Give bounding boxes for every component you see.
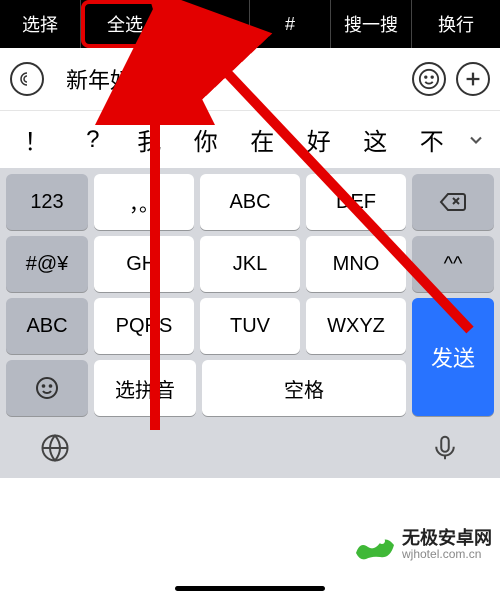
mic-icon bbox=[430, 433, 460, 463]
menu-select[interactable]: 选择 bbox=[0, 0, 81, 48]
key-ghi[interactable]: GHI bbox=[94, 236, 194, 292]
emoji-button[interactable] bbox=[412, 62, 446, 96]
key-pqrs[interactable]: PQRS bbox=[94, 298, 194, 354]
suggestion-0[interactable]: ！ bbox=[8, 122, 65, 157]
key-punct[interactable]: ，。 bbox=[94, 174, 194, 230]
menu-newline[interactable]: 换行 bbox=[412, 0, 500, 48]
suggestion-2[interactable]: 我 bbox=[121, 122, 178, 157]
key-kaomoji[interactable]: ^^ bbox=[412, 236, 494, 292]
message-input-row: 新年好！ bbox=[0, 48, 500, 110]
voice-input-button[interactable] bbox=[10, 62, 44, 96]
menu-scan[interactable] bbox=[169, 0, 250, 48]
suggestion-4[interactable]: 在 bbox=[234, 122, 291, 157]
key-abc[interactable]: ABC bbox=[200, 174, 300, 230]
suggestion-expand[interactable] bbox=[460, 130, 492, 150]
key-send[interactable]: 发送 bbox=[412, 298, 494, 416]
keyboard-bottom-bar bbox=[0, 422, 500, 478]
key-123[interactable]: 123 bbox=[6, 174, 88, 230]
plus-icon bbox=[462, 68, 484, 90]
input-text-content: 新年好！ bbox=[66, 63, 154, 95]
emoji-key-icon bbox=[35, 376, 59, 400]
mic-button[interactable] bbox=[430, 433, 460, 468]
suggestion-bar: ！ ? 我 你 在 好 这 不 bbox=[0, 110, 500, 168]
home-indicator[interactable] bbox=[175, 586, 325, 591]
key-symbols[interactable]: #@¥ bbox=[6, 236, 88, 292]
key-space[interactable]: 空格 bbox=[202, 360, 406, 416]
globe-icon bbox=[40, 433, 70, 463]
suggestion-6[interactable]: 这 bbox=[347, 122, 404, 157]
menu-select-all[interactable]: 全选 bbox=[81, 0, 169, 48]
key-jkl[interactable]: JKL bbox=[200, 236, 300, 292]
key-wxyz[interactable]: WXYZ bbox=[306, 298, 406, 354]
text-cursor bbox=[156, 66, 158, 92]
suggestion-7[interactable]: 不 bbox=[404, 122, 461, 157]
key-abc-mode[interactable]: ABC bbox=[6, 298, 88, 354]
menu-search[interactable]: 搜一搜 bbox=[331, 0, 412, 48]
watermark-logo-icon bbox=[352, 523, 396, 567]
backspace-icon bbox=[439, 191, 467, 213]
attach-button[interactable] bbox=[456, 62, 490, 96]
key-def[interactable]: DEF bbox=[306, 174, 406, 230]
key-backspace[interactable] bbox=[412, 174, 494, 230]
keyboard-panel: 123 #@¥ ABC ，。 ABC DEF GHI JKL MNO PQRS bbox=[0, 168, 500, 422]
smile-icon bbox=[418, 68, 440, 90]
scan-icon bbox=[198, 13, 220, 35]
key-mno[interactable]: MNO bbox=[306, 236, 406, 292]
message-text-input[interactable]: 新年好！ bbox=[54, 57, 402, 101]
watermark-url: wjhotel.com.cn bbox=[402, 548, 492, 561]
menu-hash[interactable]: # bbox=[250, 0, 331, 48]
key-tuv[interactable]: TUV bbox=[200, 298, 300, 354]
edit-context-menu: 选择 全选 # 搜一搜 换行 bbox=[0, 0, 500, 48]
watermark-title: 无极安卓网 bbox=[402, 529, 492, 549]
chevron-down-icon bbox=[466, 130, 486, 150]
key-emoji[interactable] bbox=[6, 360, 88, 416]
suggestion-5[interactable]: 好 bbox=[291, 122, 348, 157]
key-pinyin[interactable]: 选拼音 bbox=[94, 360, 196, 416]
watermark: 无极安卓网 wjhotel.com.cn bbox=[352, 523, 492, 567]
suggestion-3[interactable]: 你 bbox=[178, 122, 235, 157]
voice-wave-icon bbox=[18, 70, 36, 88]
suggestion-1[interactable]: ? bbox=[65, 126, 122, 154]
globe-button[interactable] bbox=[40, 433, 70, 468]
